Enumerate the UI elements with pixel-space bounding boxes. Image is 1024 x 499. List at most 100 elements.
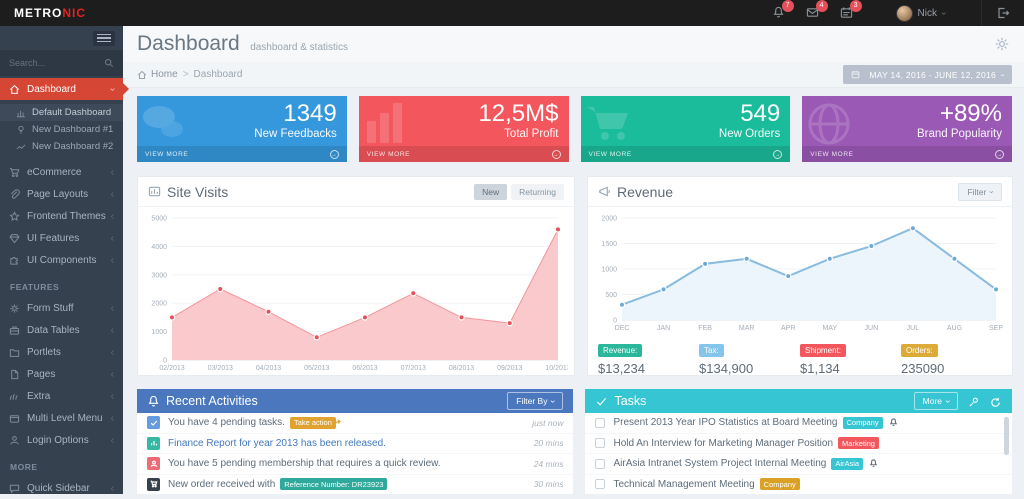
task-row[interactable]: Technical Management Meeting Company [585,475,1012,495]
chart-image-icon [148,185,161,198]
arrow-circle-icon[interactable]: → [552,150,561,159]
bell-icon [147,395,160,408]
chevron-down-icon: ‹ [548,400,557,403]
task-checkbox[interactable] [595,438,605,448]
app-logo[interactable]: METRONIC [14,6,86,20]
chevron-left-icon: ‹ [111,413,114,424]
search-input[interactable] [9,58,104,68]
stat-badge: Tax: [699,344,724,357]
sidebar-item-extra[interactable]: Extra‹ [0,385,123,407]
activity-row[interactable]: You have 5 pending membership that requi… [137,454,573,475]
search-icon[interactable] [104,58,114,68]
svg-text:1000: 1000 [601,267,617,274]
task-row[interactable]: Hold An Interview for Marketing Manager … [585,434,1012,455]
task-row[interactable]: AirAsia Intranet System Project Internal… [585,454,1012,475]
task-checkbox[interactable] [595,418,605,428]
tasks-count-badge: 3 [850,0,862,12]
tile-view-more[interactable]: VIEW MORE [810,151,853,158]
chart-icon [147,437,160,450]
task-badge: Marketing [838,437,879,449]
revenue-filter-button[interactable]: Filter‹ [958,183,1002,201]
tile-total-profit[interactable]: 12,5M$ Total Profit VIEW MORE→ [359,96,569,162]
reply-arrow-icon [334,419,342,427]
wrench-icon[interactable] [968,395,980,407]
tasks-scrollbar[interactable] [1004,417,1009,455]
sidebar-item-ui-features[interactable]: UI Features‹ [0,227,123,249]
sidebar-item-default-dashboard[interactable]: Default Dashboard [0,104,123,121]
tile-value: 12,5M$ [359,96,569,128]
sidebar-item-new-dashboard-2[interactable]: New Dashboard #2 [0,138,123,155]
chevron-down-icon: ‹ [999,73,1007,76]
tile-view-more[interactable]: VIEW MORE [145,151,188,158]
sidebar-item-frontend-themes[interactable]: Frontend Themes‹ [0,205,123,227]
sidebar-item-quick-sidebar[interactable]: Quick Sidebar‹ [0,477,123,499]
task-checkbox[interactable] [595,459,605,469]
chevron-left-icon: ‹ [111,435,114,446]
logout-button[interactable] [981,0,1024,26]
sidebar-item-login-options[interactable]: Login Options‹ [0,429,123,451]
sidebar-item-multi-level-menu[interactable]: Multi Level Menu‹ [0,407,123,429]
svg-text:04/2013: 04/2013 [256,365,281,372]
sidebar-item-new-dashboard-1[interactable]: New Dashboard #1 [0,121,123,138]
svg-text:JAN: JAN [657,325,670,332]
task-checkbox[interactable] [595,479,605,489]
activity-row[interactable]: You have 4 pending tasks. Take action ju… [137,413,573,434]
star-icon [9,211,20,222]
tasks-list: Present 2013 Year IPO Statistics at Boar… [585,413,1012,494]
refresh-icon[interactable] [990,395,1002,407]
tile-new-feedbacks[interactable]: 1349 New Feedbacks VIEW MORE→ [137,96,347,162]
sidebar-item-page-layouts[interactable]: Page Layouts‹ [0,183,123,205]
chevron-left-icon: ‹ [111,211,114,222]
inbox-button[interactable]: 4 [806,6,820,20]
task-badge: AirAsia [831,458,863,470]
recent-activities-portlet: Recent Activities Filter By‹ You have 4 … [137,389,573,494]
tile-new-orders[interactable]: 549 New Orders VIEW MORE→ [581,96,791,162]
tasks-more-button[interactable]: More‹ [914,392,958,410]
puzzle-icon [9,255,20,266]
sidebar-item-label: Pages [27,369,55,380]
sidebar-item-ui-components[interactable]: UI Components‹ [0,249,123,271]
tile-label: New Orders [581,128,791,140]
sidebar-item-dashboard[interactable]: Dashboard ‹ [0,78,123,100]
sidebar-item-data-tables[interactable]: Data Tables‹ [0,319,123,341]
logo-accent: NIC [62,6,86,20]
tile-view-more[interactable]: VIEW MORE [589,151,632,158]
activity-row[interactable]: New order received with Reference Number… [137,475,573,495]
svg-text:10/2013: 10/2013 [545,365,568,372]
sidebar-search [0,50,123,76]
activity-time: 20 mins [534,438,564,448]
date-range-picker[interactable]: MAY 14, 2016 - JUNE 12, 2016 ‹ [843,65,1012,84]
tasks-calendar-button[interactable]: 3 [840,6,854,20]
site-visits-returning-button[interactable]: Returning [511,184,564,200]
sidebar-item-portlets[interactable]: Portlets‹ [0,341,123,363]
user-menu[interactable]: Nick ‹ [896,5,945,22]
sidebar-item-pages[interactable]: Pages‹ [0,363,123,385]
activity-row[interactable]: Finance Report for year 2013 has been re… [137,434,573,455]
sidebar: Dashboard ‹ Default Dashboard New Dashbo… [0,26,123,494]
arrow-circle-icon[interactable]: → [330,150,339,159]
revenue-stat: Orders: 235090 [901,340,1002,376]
notifications-count-badge: 7 [782,0,794,12]
notifications-bell-button[interactable]: 7 [772,6,786,20]
reference-number-badge: Reference Number: DR23923 [280,478,387,490]
svg-text:500: 500 [605,292,617,299]
main-content: Dashboard dashboard & statistics Home > … [123,26,1024,494]
site-visits-chart: 01000200030004000500002/201303/201304/20… [138,207,574,380]
cart-icon [9,167,20,178]
chevron-left-icon: ‹ [111,347,114,358]
take-action-badge[interactable]: Take action [290,417,336,429]
sidebar-item-ecommerce[interactable]: eCommerce‹ [0,161,123,183]
breadcrumb-home[interactable]: Home [151,69,178,80]
activity-text-link[interactable]: Finance Report for year 2013 has been re… [168,438,386,449]
tile-brand-popularity[interactable]: +89% Brand Popularity VIEW MORE→ [802,96,1012,162]
site-visits-new-button[interactable]: New [474,184,507,200]
sidebar-section-features: FEATURES [0,271,123,297]
sidebar-toggle-button[interactable] [93,31,115,46]
arrow-circle-icon[interactable]: → [773,150,782,159]
activities-filter-by-button[interactable]: Filter By‹ [507,392,563,410]
arrow-circle-icon[interactable]: → [995,150,1004,159]
page-settings-button[interactable] [992,34,1012,54]
tile-view-more[interactable]: VIEW MORE [367,151,410,158]
task-row[interactable]: Present 2013 Year IPO Statistics at Boar… [585,413,1012,434]
sidebar-item-form-stuff[interactable]: Form Stuff‹ [0,297,123,319]
